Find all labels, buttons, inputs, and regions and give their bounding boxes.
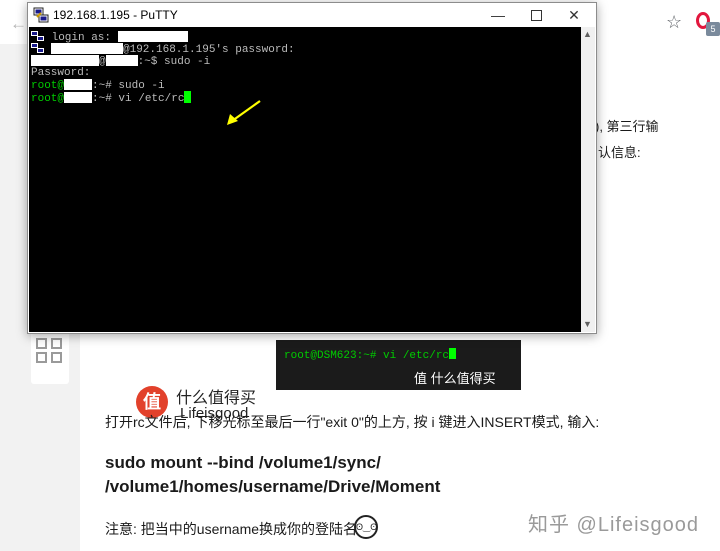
terminal-line: login as: — [31, 31, 188, 44]
yellow-arrow-icon — [227, 100, 261, 125]
putty-line-icon — [31, 31, 44, 41]
back-arrow-icon[interactable]: ← — [10, 14, 27, 34]
scroll-down-icon[interactable]: ▼ — [583, 319, 592, 329]
scroll-up-icon[interactable]: ▲ — [583, 29, 592, 39]
instruction-paragraph: 打开rc文件后, 下移光标至最后一行"exit 0"的上方, 按 i 键进入IN… — [105, 414, 600, 430]
terminal-line: root@:~# sudo -i — [31, 79, 165, 92]
article-snippet-2: 认信息: — [598, 145, 641, 160]
embedded-terminal-screenshot: root@DSM623:~# vi /etc/rc 值 什么值得买 — [276, 340, 521, 390]
redacted-hostname — [64, 92, 93, 103]
terminal-line: @:~$ sudo -i — [31, 55, 210, 68]
minimize-button[interactable]: — — [478, 3, 518, 27]
putty-line-icon — [31, 43, 44, 53]
qr-icon-cell — [51, 338, 62, 349]
command-line-1: sudo mount --bind /volume1/sync/ — [105, 453, 381, 472]
redacted-username — [51, 43, 123, 54]
terminal-line: Password: — [31, 67, 91, 79]
terminal-line: root@:~# vi /etc/rc — [31, 91, 192, 105]
redacted-hostname — [64, 79, 93, 90]
command-line-2: /volume1/homes/username/Drive/Moment — [105, 477, 441, 496]
terminal-line: @192.168.1.195's password: — [31, 43, 295, 56]
extension-badge-icon[interactable]: 5 — [706, 22, 720, 36]
redacted-username — [31, 55, 99, 66]
maximize-button[interactable] — [516, 3, 556, 27]
putty-window[interactable]: 192.168.1.195 - PuTTY — ✕ login as: @192… — [27, 2, 597, 334]
embedded-prompt: root@DSM623:~# vi /etc/rc — [284, 348, 457, 362]
zhihu-watermark: 知乎 @Lifeisgood — [528, 514, 700, 536]
redacted-username — [117, 31, 188, 42]
maximize-icon — [530, 10, 542, 21]
embedded-cursor — [449, 348, 457, 359]
note-paragraph: 注意: 把当中的username换成你的登陆名 — [105, 521, 358, 537]
putty-titlebar[interactable]: 192.168.1.195 - PuTTY — ✕ — [28, 3, 596, 27]
terminal-cursor — [184, 91, 192, 103]
close-button[interactable]: ✕ — [554, 3, 594, 27]
qr-icon-cell — [51, 352, 62, 363]
terminal-scrollbar[interactable]: ▲ ▼ — [581, 27, 595, 332]
qr-code-button[interactable] — [31, 330, 69, 384]
bookmark-star-icon[interactable]: ☆ — [666, 12, 682, 33]
qr-icon-cell — [36, 352, 47, 363]
terminal-screen[interactable]: login as: @192.168.1.195's password: @:~… — [29, 27, 581, 332]
qr-icon — [36, 338, 47, 349]
embedded-brand: 值 什么值得买 — [414, 371, 496, 386]
redacted-hostname — [105, 55, 138, 66]
putty-app-icon — [33, 7, 49, 23]
sticker-emoji-icon: ʘ‿ʘ — [354, 515, 378, 539]
window-title: 192.168.1.195 - PuTTY — [53, 8, 178, 22]
